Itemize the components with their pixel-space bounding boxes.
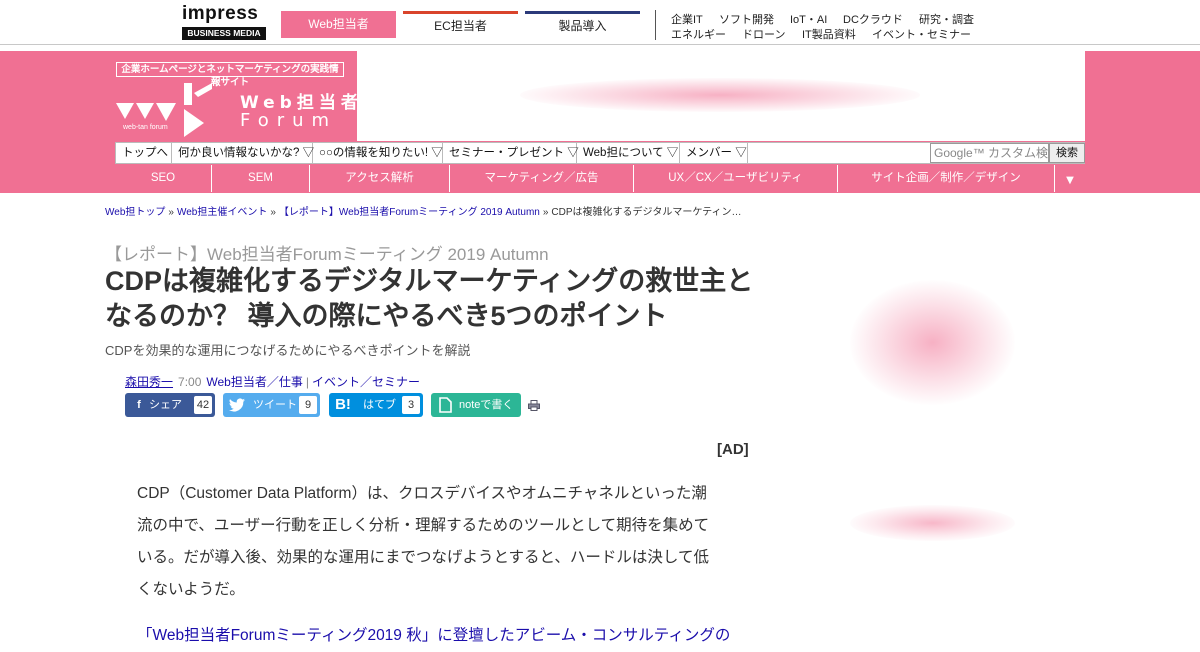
top-link-software-dev[interactable]: ソフト開発 [719,11,774,27]
menu-top[interactable]: トップへ [116,143,172,163]
business-media-logo-text: BUSINESS MEDIA [182,27,266,40]
category-site-design[interactable]: サイト企画／制作／デザイン [838,165,1055,192]
menu-want-info[interactable]: ○○の情報を知りたい! ▽ [313,143,443,163]
site-sub-label: web-tan forum [123,124,168,131]
breadcrumb-separator: » [168,207,174,218]
note-write-button[interactable]: noteで書く [431,393,521,417]
breadcrumb-separator: » [542,207,549,218]
author-link[interactable]: 森田秀一 [125,375,173,389]
top-link-iot-ai[interactable]: IoT・AI [790,11,827,27]
facebook-icon: f [137,399,141,411]
facebook-share-label: シェア [149,399,182,411]
twitter-tweet-count: 9 [299,396,317,414]
sidebar-ad-blurred[interactable] [850,280,1015,405]
article-second-paragraph: 「Web担当者Forumミーティング2019 秋」に登壇したアビーム・コンサルテ… [137,627,731,644]
sidebar-ad-blurred-small[interactable] [850,505,1015,541]
site-tagline: 企業ホームページとネットマーケティングの実践情報サイト [116,62,344,88]
breadcrumb-events[interactable]: Web担主催イベント [177,207,267,218]
print-icon[interactable] [528,400,540,411]
menu-seminar-present[interactable]: セミナー・プレゼント ▽ [443,143,579,163]
breadcrumb: Web担トップ» Web担主催イベント» 【レポート】Web担当者Forumミーティ… [105,203,742,218]
menu-member[interactable]: メンバー ▽ [680,143,748,163]
menu-about-web-tan[interactable]: Web担について ▽ [577,143,680,163]
category-more-chevron-icon[interactable]: ▼ [1057,170,1083,190]
search-input[interactable]: Google™ カスタム検索 [930,143,1049,163]
article-lead-paragraph: CDP（Customer Data Platform）は、クロスデバイスやオムニ… [137,485,710,598]
breadcrumb-current: CDPは複雑化するデジタルマーケティン… [551,207,742,218]
breadcrumb-separator: » [270,207,276,218]
ad-label: [AD] [717,441,749,458]
article-title: CDPは複雑化するデジタルマーケティングの救世主となるのか？ 導入の際にやるべき… [105,266,754,331]
category-analytics[interactable]: アクセス解析 [310,165,450,192]
site-tab-web-tan[interactable]: Web担当者 [281,11,396,38]
site-name-english: Forum [240,110,338,131]
category-marketing[interactable]: マーケティング／広告 [450,165,634,192]
hatena-bookmark-icon: B! [335,396,351,413]
twitter-bird-icon [227,395,247,415]
article-series[interactable]: 【レポート】Web担当者Forumミーティング 2019 Autumn [105,240,549,265]
top-link-it-products[interactable]: IT製品資料 [802,26,856,42]
global-header: impress BUSINESS MEDIA Web担当者 EC担当者 製品導入… [0,0,1200,45]
note-write-label: noteで書く [459,399,514,411]
publish-time: 7:00 [178,375,202,389]
facebook-share-count: 42 [194,396,212,414]
twitter-tweet-label: ツイート [253,399,297,411]
impress-business-media-logo[interactable]: impress BUSINESS MEDIA [182,4,266,41]
top-link-enterprise-it[interactable]: 企業IT [671,11,703,27]
top-link-dc-cloud[interactable]: DCクラウド [843,11,903,27]
top-divider [655,10,656,40]
twitter-tweet-button[interactable]: ツイート 9 [223,393,320,417]
top-link-drone[interactable]: ドローン [742,26,785,42]
category-sem[interactable]: SEM [212,165,310,192]
breadcrumb-home[interactable]: Web担トップ [105,207,165,218]
menu-good-info[interactable]: 何か良い情報ないかな? ▽ [172,143,314,163]
search-button[interactable]: 検索 [1049,143,1085,163]
header-ad-blurred-content [520,78,920,112]
site-tab-ec-tan[interactable]: EC担当者 [403,11,518,38]
hatena-bookmark-count: 3 [402,396,420,414]
site-tab-product[interactable]: 製品導入 [525,11,640,38]
hatena-bookmark-button[interactable]: B! はてブ 3 [329,393,423,417]
category-ux[interactable]: UX／CX／ユーザビリティ [634,165,838,192]
category-seo[interactable]: SEO [115,165,212,192]
note-icon [435,395,455,415]
top-link-research[interactable]: 研究・調査 [919,11,974,27]
facebook-share-button[interactable]: f シェア 42 [125,393,215,417]
category-link-web-tan-work[interactable]: Web担当者／仕事 [206,375,302,389]
hatena-bookmark-label: はてブ [363,399,396,411]
top-link-events[interactable]: イベント・セミナー [872,26,971,42]
category-link-event-seminar[interactable]: イベント／セミナー [312,375,420,389]
category-nav: SEO SEM アクセス解析 マーケティング／広告 UX／CX／ユーザビリティ … [115,165,1085,192]
article-meta: 森田秀一 7:00 Web担当者／仕事 | イベント／セミナー [125,373,420,390]
impress-logo-text: impress [182,3,259,24]
article-subtitle: CDPを効果的な運用につなげるためにやるべきポイントを解説 [105,343,471,358]
top-link-energy[interactable]: エネルギー [671,26,726,42]
breadcrumb-report[interactable]: 【レポート】Web担当者Forumミーティング 2019 Autumn [279,207,540,218]
category-separator: | [305,375,309,389]
